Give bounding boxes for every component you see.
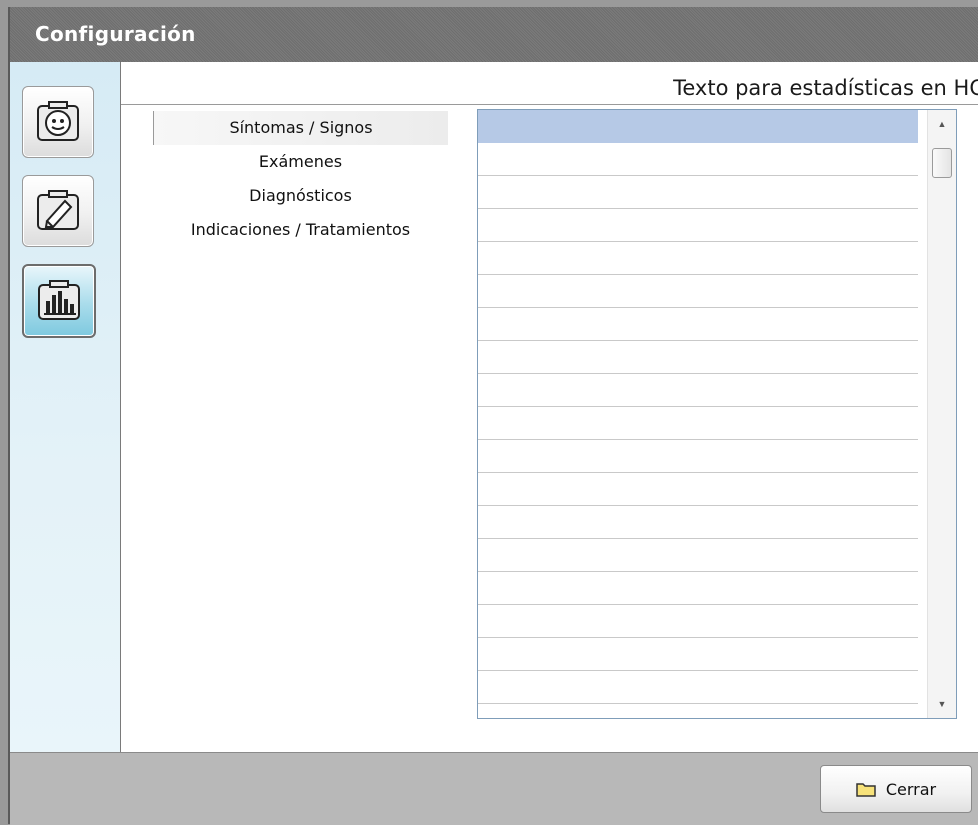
statistics-text-list[interactable]: ▲ ▼	[477, 109, 957, 719]
configuration-window: Configuración Texto para estadísticas en…	[8, 7, 978, 825]
footer-bar: Cerrar	[10, 752, 978, 825]
category-item-examenes[interactable]: Exámenes	[153, 145, 448, 179]
list-row[interactable]	[478, 473, 918, 506]
sidebar-button-statistics[interactable]	[22, 264, 96, 338]
category-list: Síntomas / Signos Exámenes Diagnósticos …	[153, 111, 448, 247]
list-row[interactable]	[478, 539, 918, 572]
sidebar-button-patient[interactable]	[22, 86, 94, 158]
list-row[interactable]	[478, 506, 918, 539]
list-row[interactable]	[478, 374, 918, 407]
window-title: Configuración	[35, 22, 196, 46]
list-rows	[478, 110, 918, 704]
scroll-down-arrow-icon[interactable]: ▼	[928, 690, 956, 718]
list-row[interactable]	[478, 143, 918, 176]
folder-icon	[856, 783, 876, 797]
close-button-label: Cerrar	[885, 779, 937, 799]
category-item-indicaciones[interactable]: Indicaciones / Tratamientos	[153, 213, 448, 247]
list-row[interactable]	[478, 671, 918, 704]
list-row[interactable]	[478, 605, 918, 638]
scrollbar-thumb[interactable]	[932, 148, 952, 178]
face-id-icon	[37, 101, 79, 141]
list-row[interactable]	[478, 308, 918, 341]
title-bar[interactable]: Configuración	[10, 7, 978, 62]
vertical-scrollbar[interactable]: ▲ ▼	[927, 110, 956, 718]
list-row[interactable]	[478, 242, 918, 275]
list-row[interactable]	[478, 572, 918, 605]
scroll-up-arrow-icon[interactable]: ▲	[928, 110, 956, 138]
list-row[interactable]	[478, 407, 918, 440]
sidebar-button-edit[interactable]	[22, 175, 94, 247]
section-title: Texto para estadísticas en HC	[673, 76, 978, 100]
bar-chart-icon	[38, 280, 80, 320]
list-row[interactable]	[478, 275, 918, 308]
list-row[interactable]	[478, 341, 918, 374]
category-item-diagnosticos[interactable]: Diagnósticos	[153, 179, 448, 213]
category-item-sintomas[interactable]: Síntomas / Signos	[153, 111, 448, 145]
list-row[interactable]	[478, 638, 918, 671]
sidebar	[10, 62, 121, 752]
list-row[interactable]	[478, 110, 918, 143]
edit-document-icon	[37, 190, 79, 230]
list-row[interactable]	[478, 176, 918, 209]
list-row[interactable]	[478, 209, 918, 242]
list-row[interactable]	[478, 440, 918, 473]
close-button[interactable]: Cerrar	[820, 765, 972, 813]
section-header: Texto para estadísticas en HC	[121, 62, 978, 105]
